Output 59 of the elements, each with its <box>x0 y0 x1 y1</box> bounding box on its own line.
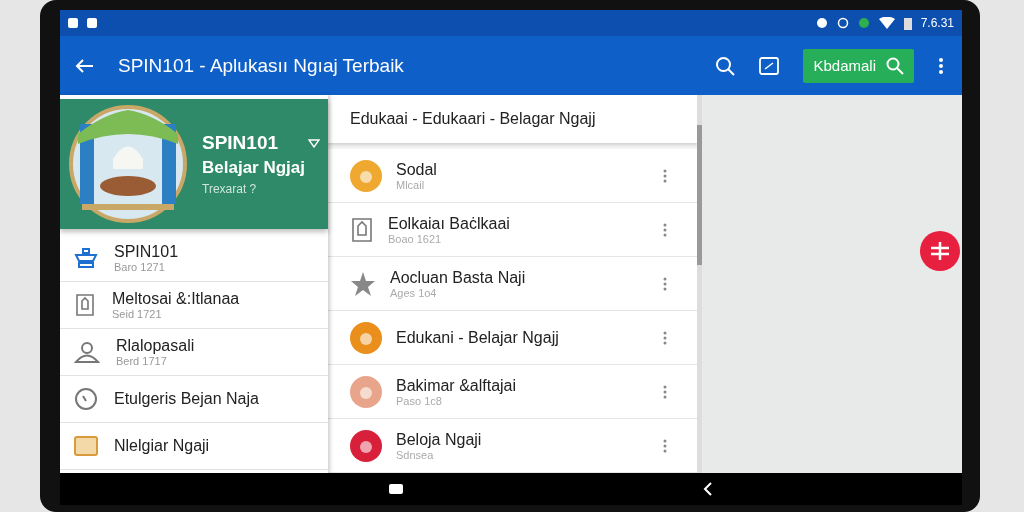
list-item[interactable]: Aocluan Basta Naji Ages 1o4 <box>328 257 697 311</box>
more-icon[interactable] <box>663 222 667 237</box>
item-title: Aocluan Basta Naji <box>390 268 527 287</box>
drawer-subtitle: Belajar Ngjaj <box>202 158 306 178</box>
list-item[interactable]: Edukani - Belajar Ngajj <box>328 311 697 365</box>
building-icon <box>74 293 96 317</box>
drawer-item[interactable]: SPIN101 Baro 1271 <box>60 235 328 282</box>
item-title: Meltosai &:Itlanaa <box>112 290 240 308</box>
item-subtitle: Paso 1c8 <box>396 394 443 407</box>
drawer-item[interactable]: Meltosai &:Itlanaa Seid 1721 <box>60 282 328 329</box>
item-title: Rlalopasali <box>116 337 195 355</box>
drawer-item[interactable]: Nlelgiar Ngaji <box>60 423 328 470</box>
dropdown-icon[interactable] <box>308 138 320 148</box>
more-icon[interactable] <box>663 276 667 291</box>
home-key-icon[interactable] <box>389 484 403 494</box>
search-icon <box>886 56 904 75</box>
item-subtitle: Mlcail <box>396 178 426 191</box>
more-icon[interactable] <box>938 56 944 75</box>
list-item[interactable]: Sodal Mlcail <box>328 149 697 203</box>
drawer-item[interactable]: Rlalopasali Berd 1717 <box>60 329 328 376</box>
app-title: SPIN101 - Aplukasıı Ngıaj Terbaik <box>118 54 405 77</box>
list-heading: Edukaai - Edukaari - Belagar Ngajj <box>350 110 596 128</box>
more-icon[interactable] <box>663 384 667 399</box>
list-item[interactable]: Eolkaiaı Baċlkaai Boao 1621 <box>328 203 697 257</box>
item-title: Bakimar &alftajai <box>396 376 518 395</box>
more-icon[interactable] <box>663 168 667 183</box>
back-arrow-icon[interactable] <box>74 57 94 74</box>
item-title: Nlelgiar Ngaji <box>114 437 210 455</box>
item-title: Beloja Ngaji <box>396 430 483 449</box>
tray-icon <box>74 247 98 269</box>
list-item[interactable]: Bakimar &alftajai Paso 1c8 <box>328 365 697 419</box>
card-icon <box>74 436 98 456</box>
more-icon[interactable] <box>663 438 667 453</box>
item-subtitle: Seid 1721 <box>112 308 163 320</box>
scrollbar-thumb[interactable] <box>697 125 702 265</box>
sync-icon <box>857 17 870 29</box>
building-icon <box>350 216 374 243</box>
item-title: Sodal <box>396 160 438 179</box>
item-subtitle: Berd 1717 <box>116 355 168 367</box>
item-title: Edukani - Belajar Ngajj <box>396 328 560 347</box>
drawer-caption: Trexarat ? <box>202 182 258 196</box>
item-title: Etulgeris Bejan Naja <box>114 390 259 408</box>
back-icon[interactable] <box>703 482 713 496</box>
person-icon <box>74 341 100 363</box>
item-subtitle: Baro 1271 <box>114 261 166 273</box>
floating-action-button[interactable] <box>920 231 960 271</box>
search-icon[interactable] <box>715 55 736 76</box>
item-subtitle: Sdnsea <box>396 448 435 461</box>
item-title: SPIN101 <box>114 243 179 261</box>
battery-icon <box>903 16 912 30</box>
star-icon <box>350 270 376 297</box>
status-time: 7.6.31 <box>920 16 954 30</box>
wifi-icon <box>878 17 895 29</box>
item-title: Eolkaiaı Baċlkaai <box>388 214 511 233</box>
screen-icon[interactable] <box>759 56 780 75</box>
more-icon[interactable] <box>663 330 667 345</box>
drawer-title: SPIN101 <box>202 132 279 154</box>
item-subtitle: Ages 1o4 <box>390 286 438 299</box>
item-subtitle: Boao 1621 <box>388 232 443 245</box>
